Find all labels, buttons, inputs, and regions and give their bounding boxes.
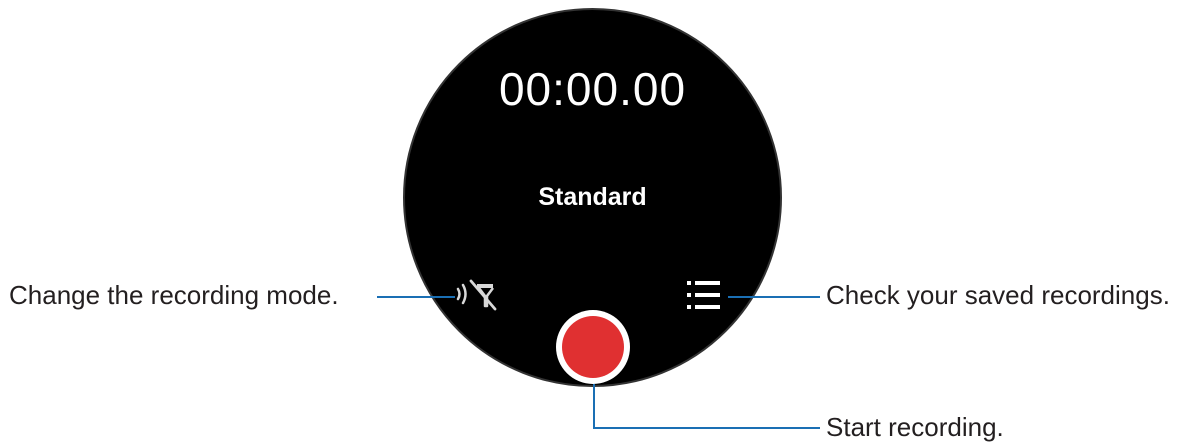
callout-change-mode: Change the recording mode. [9, 280, 339, 310]
recording-mode-button[interactable] [452, 276, 498, 312]
callout-start-recording: Start recording. [826, 412, 1004, 442]
record-leader-line [593, 384, 820, 429]
record-button[interactable] [556, 310, 630, 384]
voice-zoom-off-icon [456, 279, 497, 311]
recording-mode-label: Standard [538, 183, 647, 211]
list-icon [687, 281, 720, 309]
recordings-list-button[interactable] [684, 276, 724, 314]
recording-timer: 00:00.00 [498, 63, 687, 115]
callout-saved-recordings: Check your saved recordings. [826, 280, 1170, 310]
record-icon [562, 316, 624, 378]
